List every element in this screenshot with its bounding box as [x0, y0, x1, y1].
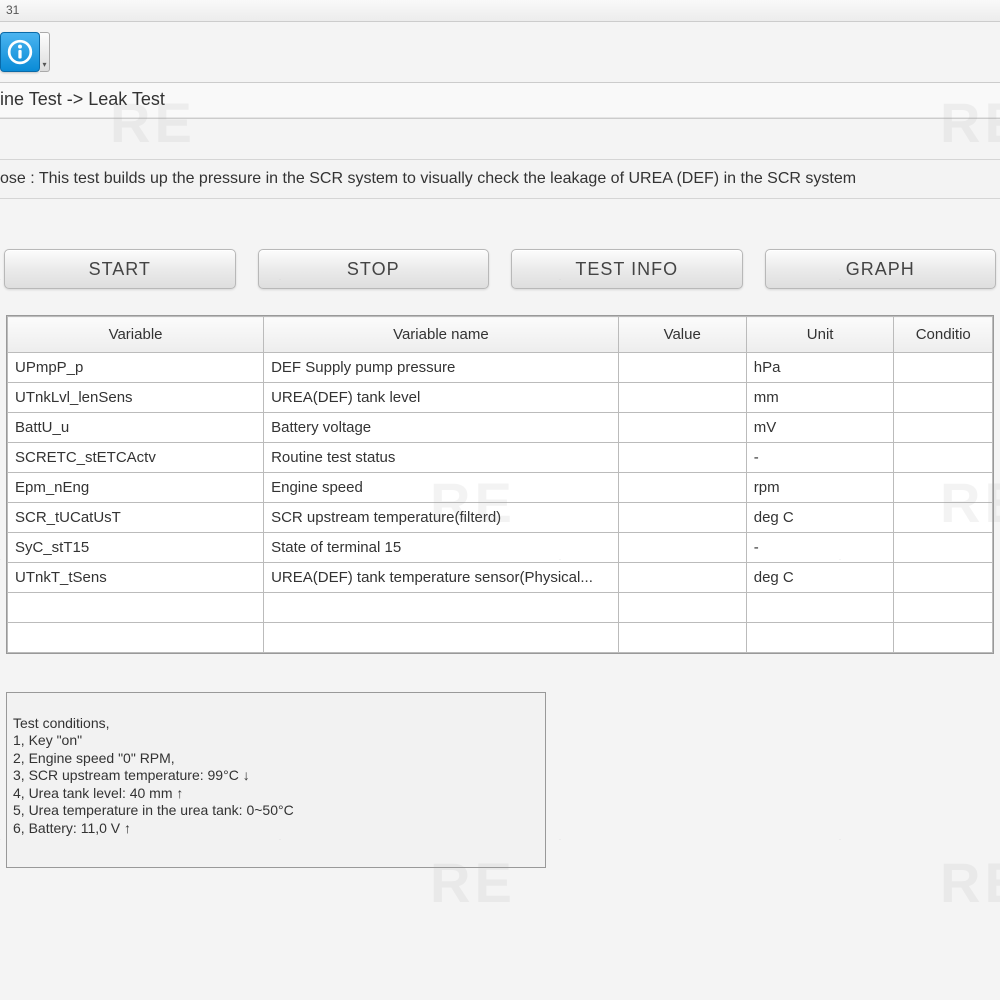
- cell-condition: [894, 593, 993, 623]
- cell-value: [618, 563, 746, 593]
- cell-name: Routine test status: [264, 443, 619, 473]
- variables-table: Variable Variable name Value Unit Condit…: [7, 316, 993, 653]
- cell-unit: mm: [746, 383, 894, 413]
- cell-condition: [894, 383, 993, 413]
- cell-variable: UTnkLvl_lenSens: [8, 383, 264, 413]
- table-row[interactable]: UTnkLvl_lenSensUREA(DEF) tank level mm: [8, 383, 993, 413]
- variables-table-container: Variable Variable name Value Unit Condit…: [6, 315, 994, 654]
- cell-unit: [746, 623, 894, 653]
- table-row[interactable]: SCRETC_stETCActvRoutine test status -: [8, 443, 993, 473]
- cell-condition: [894, 563, 993, 593]
- cell-unit: hPa: [746, 353, 894, 383]
- cell-name: DEF Supply pump pressure: [264, 353, 619, 383]
- test-purpose-bar: ose : This test builds up the pressure i…: [0, 159, 1000, 199]
- window-title-text: 31: [6, 3, 19, 17]
- cell-condition: [894, 623, 993, 653]
- cell-unit: rpm: [746, 473, 894, 503]
- table-row[interactable]: [8, 593, 993, 623]
- cell-name: [264, 623, 619, 653]
- test-info-button[interactable]: TEST INFO: [511, 249, 743, 289]
- cell-value: [618, 383, 746, 413]
- cell-name: SCR upstream temperature(filterd): [264, 503, 619, 533]
- table-row[interactable]: BattU_uBattery voltage mV: [8, 413, 993, 443]
- cell-name: [264, 593, 619, 623]
- cell-variable: SCR_tUCatUsT: [8, 503, 264, 533]
- breadcrumb-text: ine Test -> Leak Test: [0, 89, 165, 109]
- cell-value: [618, 533, 746, 563]
- toolbar-dropdown-handle[interactable]: ▾: [40, 32, 50, 72]
- cell-name: Battery voltage: [264, 413, 619, 443]
- cell-variable: [8, 623, 264, 653]
- col-header-variable-name[interactable]: Variable name: [264, 317, 619, 353]
- cell-variable: Epm_nEng: [8, 473, 264, 503]
- cell-value: [618, 443, 746, 473]
- cell-condition: [894, 533, 993, 563]
- cell-unit: deg C: [746, 563, 894, 593]
- table-row[interactable]: Epm_nEngEngine speed rpm: [8, 473, 993, 503]
- graph-button[interactable]: GRAPH: [765, 249, 997, 289]
- start-button[interactable]: START: [4, 249, 236, 289]
- table-row[interactable]: UPmpP_pDEF Supply pump pressure hPa: [8, 353, 993, 383]
- table-row[interactable]: [8, 623, 993, 653]
- cell-variable: SyC_stT15: [8, 533, 264, 563]
- table-row[interactable]: UTnkT_tSensUREA(DEF) tank temperature se…: [8, 563, 993, 593]
- cell-variable: UPmpP_p: [8, 353, 264, 383]
- col-header-condition[interactable]: Conditio: [894, 317, 993, 353]
- action-button-row: START STOP TEST INFO GRAPH: [0, 199, 1000, 299]
- cell-name: State of terminal 15: [264, 533, 619, 563]
- watermark: RE: [940, 850, 1000, 915]
- col-header-value[interactable]: Value: [618, 317, 746, 353]
- cell-value: [618, 413, 746, 443]
- window-titlebar: 31: [0, 0, 1000, 22]
- table-row[interactable]: SyC_stT15State of terminal 15 -: [8, 533, 993, 563]
- table-header-row: Variable Variable name Value Unit Condit…: [8, 317, 993, 353]
- cell-value: [618, 353, 746, 383]
- cell-name: Engine speed: [264, 473, 619, 503]
- cell-variable: BattU_u: [8, 413, 264, 443]
- table-row[interactable]: SCR_tUCatUsTSCR upstream temperature(fil…: [8, 503, 993, 533]
- cell-value: [618, 623, 746, 653]
- info-icon-button[interactable]: [0, 32, 40, 72]
- col-header-variable[interactable]: Variable: [8, 317, 264, 353]
- cell-condition: [894, 473, 993, 503]
- stop-button[interactable]: STOP: [258, 249, 490, 289]
- cell-value: [618, 503, 746, 533]
- cell-condition: [894, 443, 993, 473]
- breadcrumb: ine Test -> Leak Test: [0, 82, 1000, 119]
- cell-value: [618, 473, 746, 503]
- cell-variable: SCRETC_stETCActv: [8, 443, 264, 473]
- info-icon: [7, 39, 33, 65]
- toolbar: ▾: [0, 22, 1000, 82]
- cell-name: UREA(DEF) tank temperature sensor(Physic…: [264, 563, 619, 593]
- test-purpose-text: ose : This test builds up the pressure i…: [0, 170, 856, 187]
- cell-unit: deg C: [746, 503, 894, 533]
- col-header-unit[interactable]: Unit: [746, 317, 894, 353]
- test-conditions-text: Test conditions, 1, Key "on" 2, Engine s…: [13, 715, 294, 836]
- cell-unit: [746, 593, 894, 623]
- cell-condition: [894, 353, 993, 383]
- cell-variable: [8, 593, 264, 623]
- test-conditions-panel: Test conditions, 1, Key "on" 2, Engine s…: [6, 692, 546, 868]
- cell-name: UREA(DEF) tank level: [264, 383, 619, 413]
- cell-unit: -: [746, 533, 894, 563]
- cell-condition: [894, 503, 993, 533]
- cell-unit: -: [746, 443, 894, 473]
- cell-variable: UTnkT_tSens: [8, 563, 264, 593]
- cell-value: [618, 593, 746, 623]
- cell-unit: mV: [746, 413, 894, 443]
- cell-condition: [894, 413, 993, 443]
